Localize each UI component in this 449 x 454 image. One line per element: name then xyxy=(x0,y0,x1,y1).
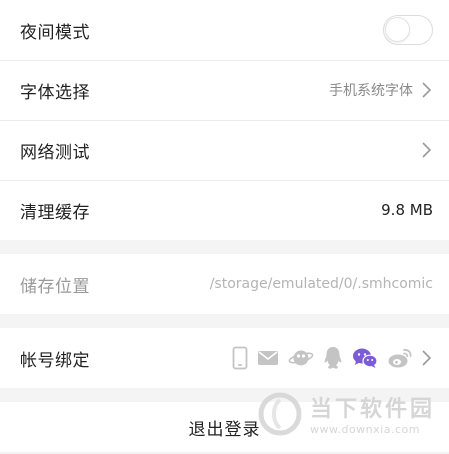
chevron-right-icon xyxy=(419,80,433,100)
watermark-title: 当下软件园 xyxy=(309,397,435,422)
chevron-right-icon xyxy=(419,140,433,160)
storage-group: 储存位置 /storage/emulated/0/.smhcomic xyxy=(0,254,449,314)
logout-label: 退出登录 xyxy=(188,419,261,440)
font-select-value: 手机系统字体 xyxy=(329,83,413,99)
watermark-logo-icon xyxy=(258,392,302,435)
watermark: 当下软件园 www.downxia.com xyxy=(258,391,435,436)
night-mode-toggle[interactable] xyxy=(383,15,433,45)
section-divider xyxy=(0,240,449,254)
night-mode-label: 夜间模式 xyxy=(20,22,90,43)
font-select-row[interactable]: 字体选择 手机系统字体 xyxy=(0,60,449,120)
clear-cache-label: 清理缓存 xyxy=(20,202,90,223)
planet-icon xyxy=(288,350,314,366)
network-test-label: 网络测试 xyxy=(20,142,90,163)
font-select-label: 字体选择 xyxy=(20,82,90,103)
account-group: 帐号绑定 xyxy=(0,328,449,388)
cache-size-value: 9.8 MB xyxy=(381,201,433,219)
binding-icons xyxy=(232,346,413,370)
account-binding-label: 帐号绑定 xyxy=(20,350,90,371)
section-divider xyxy=(0,314,449,328)
chevron-right-icon xyxy=(419,348,433,368)
settings-group: 夜间模式 字体选择 手机系统字体 网络测试 清理缓存 9.8 MB xyxy=(0,0,449,240)
clear-cache-row[interactable]: 清理缓存 9.8 MB xyxy=(0,180,449,240)
watermark-url: www.downxia.com xyxy=(309,423,420,436)
qq-icon xyxy=(324,347,342,369)
account-binding-row[interactable]: 帐号绑定 xyxy=(0,328,449,388)
night-mode-row[interactable]: 夜间模式 xyxy=(0,0,449,60)
storage-location-label: 储存位置 xyxy=(20,276,90,297)
storage-path-value: /storage/emulated/0/.smhcomic xyxy=(209,276,433,292)
phone-icon xyxy=(232,346,248,370)
storage-location-row: 储存位置 /storage/emulated/0/.smhcomic xyxy=(0,254,449,314)
wechat-icon xyxy=(353,348,378,368)
network-test-row[interactable]: 网络测试 xyxy=(0,120,449,180)
mail-icon xyxy=(258,351,278,365)
toggle-knob xyxy=(385,17,410,42)
weibo-icon xyxy=(388,349,412,368)
